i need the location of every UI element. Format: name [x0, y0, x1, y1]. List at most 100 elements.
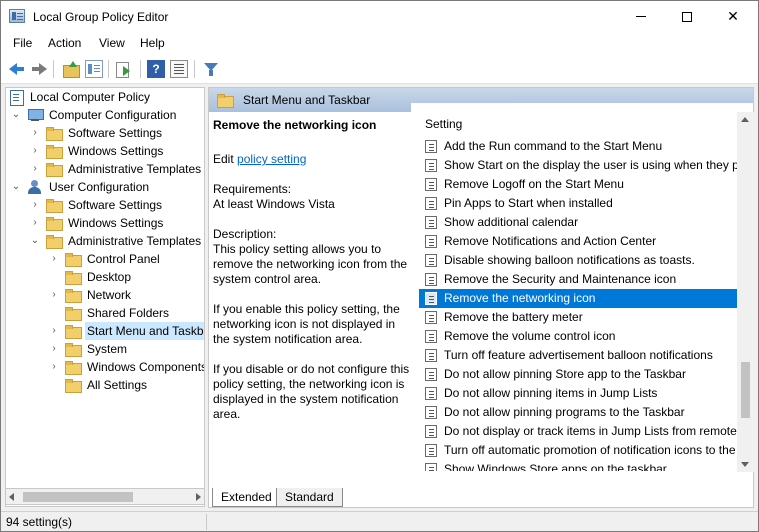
up-folder-icon[interactable]	[62, 60, 80, 78]
setting-row[interactable]: Add the Run command to the Start Menu	[419, 137, 737, 156]
tree-item-label: Software Settings	[68, 126, 163, 140]
setting-label: Do not allow pinning items in Jump Lists	[444, 386, 658, 400]
folder-icon	[65, 360, 82, 375]
scroll-down-icon[interactable]	[741, 462, 749, 467]
edit-policy-setting-link[interactable]: policy setting	[237, 152, 306, 166]
folder-icon	[46, 126, 63, 141]
setting-label: Remove the volume control icon	[444, 329, 616, 343]
setting-label: Remove Notifications and Action Center	[444, 234, 657, 248]
tab-standard[interactable]: Standard	[276, 488, 343, 507]
setting-row[interactable]: Disable showing balloon notifications as…	[419, 251, 737, 270]
setting-row[interactable]: Show additional calendar	[419, 213, 737, 232]
properties-icon[interactable]	[170, 60, 188, 78]
expand-chevron-icon[interactable]: ›	[49, 286, 59, 304]
menu-file[interactable]: File	[13, 36, 32, 50]
scroll-up-icon[interactable]	[741, 117, 749, 122]
setting-label: Disable showing balloon notifications as…	[444, 253, 695, 267]
user-icon	[27, 180, 43, 194]
expand-chevron-icon[interactable]: ›	[49, 358, 59, 376]
menu-action[interactable]: Action	[48, 36, 81, 50]
policy-setting-icon	[425, 235, 437, 248]
minimize-icon	[636, 16, 646, 17]
setting-row[interactable]: Remove the Security and Maintenance icon	[419, 270, 737, 289]
expand-chevron-icon[interactable]: ›	[30, 214, 40, 232]
description-label: Description:	[213, 227, 277, 241]
setting-column-header[interactable]: Setting	[425, 117, 462, 131]
filter-icon[interactable]	[202, 60, 220, 78]
expand-chevron-icon[interactable]: ›	[49, 250, 59, 268]
setting-row[interactable]: Show Windows Store apps on the taskbar	[419, 460, 737, 471]
description-paragraph: If you disable or do not configure this …	[213, 362, 410, 421]
setting-row[interactable]: Do not allow pinning items in Jump Lists	[419, 384, 737, 403]
tree-item-label: Control Panel	[87, 252, 160, 266]
settings-list[interactable]: Setting Add the Run command to the Start…	[411, 103, 753, 471]
setting-label: Pin Apps to Start when installed	[444, 196, 613, 210]
export-list-icon[interactable]	[115, 60, 133, 78]
folder-icon	[46, 216, 63, 231]
scrollbar-thumb[interactable]	[741, 362, 750, 418]
toolbar-separator	[194, 60, 195, 78]
minimize-button[interactable]	[618, 1, 664, 32]
close-icon: ✕	[727, 8, 739, 24]
menu-view[interactable]: View	[99, 36, 125, 50]
setting-row[interactable]: Pin Apps to Start when installed	[419, 194, 737, 213]
tree-item-label: Software Settings	[68, 198, 163, 212]
expand-chevron-icon[interactable]: ›	[49, 322, 59, 340]
requirements-label: Requirements:	[213, 182, 292, 196]
expand-chevron-icon[interactable]: ›	[30, 142, 40, 160]
setting-row[interactable]: Turn off feature advertisement balloon n…	[419, 346, 737, 365]
expand-chevron-icon[interactable]: ›	[30, 196, 40, 214]
folder-icon	[46, 162, 63, 177]
setting-row[interactable]: Do not allow pinning Store app to the Ta…	[419, 365, 737, 384]
help-icon[interactable]: ?	[147, 60, 165, 78]
tree-item-label: All Settings	[87, 378, 148, 392]
folder-icon	[65, 342, 82, 357]
setting-row[interactable]: Remove Notifications and Action Center	[419, 232, 737, 251]
policy-setting-icon	[425, 349, 437, 362]
tree-horizontal-scrollbar[interactable]	[5, 488, 205, 505]
setting-row[interactable]: Remove the volume control icon	[419, 327, 737, 346]
folder-icon	[46, 144, 63, 159]
policy-setting-icon	[425, 216, 437, 229]
close-button[interactable]: ✕	[710, 1, 756, 32]
scrollbar-thumb[interactable]	[23, 492, 133, 502]
expand-chevron-icon[interactable]: ›	[49, 340, 59, 358]
menu-help[interactable]: Help	[140, 36, 165, 50]
collapse-chevron-icon[interactable]: ⌄	[11, 178, 21, 196]
tree-item-label: User Configuration	[49, 180, 150, 194]
scroll-left-icon[interactable]	[9, 493, 14, 501]
expand-chevron-icon[interactable]: ›	[30, 124, 40, 142]
setting-label: Remove the battery meter	[444, 310, 583, 324]
policy-setting-icon	[425, 254, 437, 267]
setting-row[interactable]: Remove the networking icon	[419, 289, 737, 308]
setting-row[interactable]: Show Start on the display the user is us…	[419, 156, 737, 175]
setting-row[interactable]: Do not display or track items in Jump Li…	[419, 422, 737, 441]
console-tree[interactable]: Local Computer Policy ⌄ Computer Configu…	[5, 87, 205, 507]
setting-row[interactable]: Do not allow pinning programs to the Tas…	[419, 403, 737, 422]
details-header-title: Start Menu and Taskbar	[243, 93, 371, 107]
settings-vertical-scrollbar[interactable]	[737, 112, 754, 472]
setting-label: Show additional calendar	[444, 215, 579, 229]
policy-setting-icon	[425, 292, 437, 305]
policy-setting-icon	[425, 368, 437, 381]
setting-row[interactable]: Remove the battery meter	[419, 308, 737, 327]
tree-item-label: Computer Configuration	[49, 108, 177, 122]
forward-arrow-icon[interactable]	[30, 60, 48, 78]
expand-chevron-icon[interactable]: ›	[30, 160, 40, 178]
setting-row[interactable]: Turn off automatic promotion of notifica…	[419, 441, 737, 460]
requirements-value: At least Windows Vista	[213, 197, 335, 211]
tab-extended[interactable]: Extended	[212, 488, 281, 507]
maximize-button[interactable]	[664, 1, 710, 32]
collapse-chevron-icon[interactable]: ⌄	[11, 106, 21, 124]
tree-item-label: Local Computer Policy	[30, 90, 151, 104]
toolbar: ?	[1, 54, 758, 84]
setting-row[interactable]: Remove Logoff on the Start Menu	[419, 175, 737, 194]
back-arrow-icon[interactable]	[8, 60, 26, 78]
policy-setting-icon	[425, 463, 437, 471]
show-tree-icon[interactable]	[85, 60, 103, 78]
collapse-chevron-icon[interactable]: ⌄	[30, 232, 40, 250]
setting-label: Do not display or track items in Jump Li…	[444, 424, 737, 438]
scroll-right-icon[interactable]	[196, 493, 201, 501]
tree-item-label: Network	[87, 288, 132, 302]
description-paragraph: This policy setting allows you to remove…	[213, 242, 408, 286]
